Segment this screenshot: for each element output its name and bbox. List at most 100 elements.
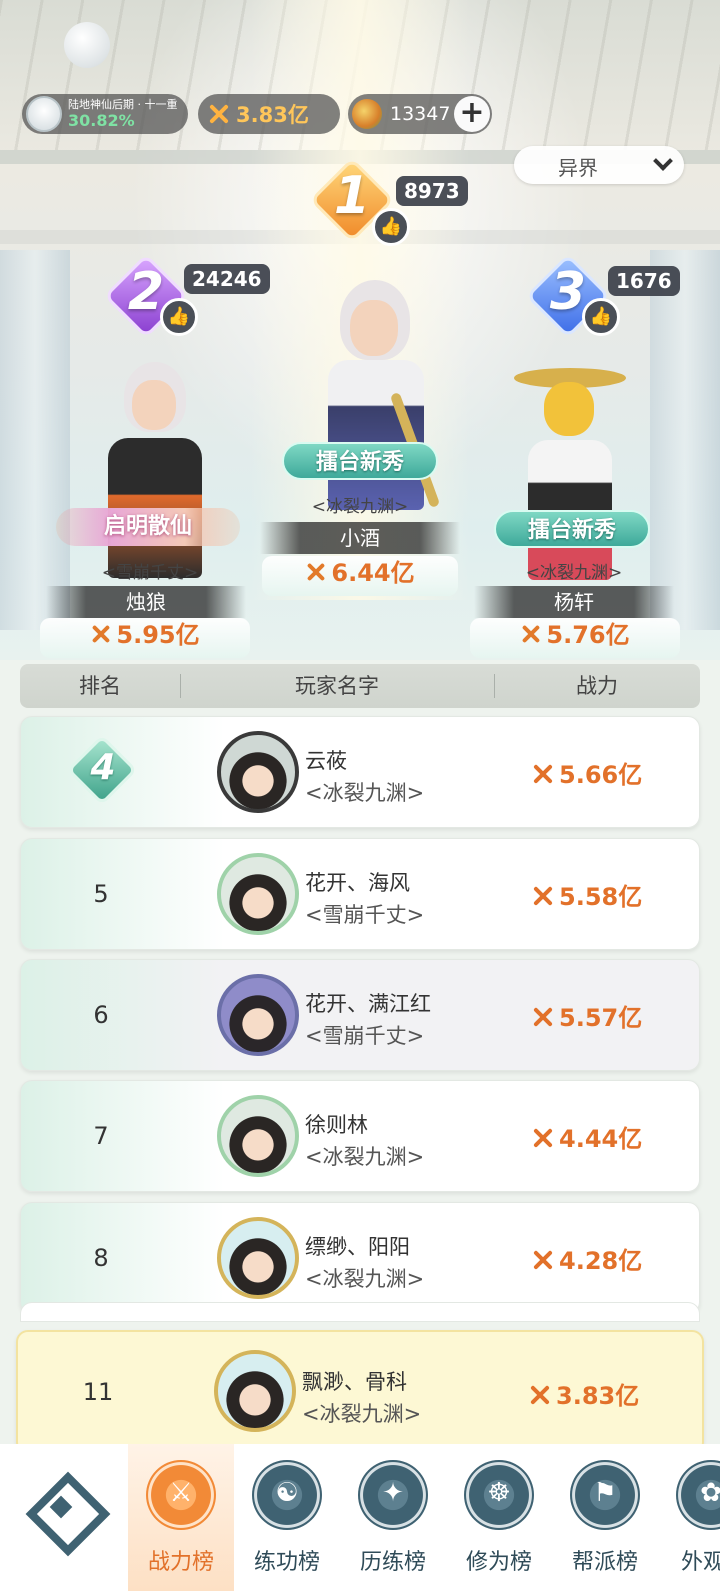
row-player-name: 花开、满江红	[305, 992, 431, 1016]
server-value: 异界	[558, 156, 598, 180]
crossed-swords-icon	[90, 623, 112, 645]
rank-1-name[interactable]: 小酒	[260, 522, 460, 554]
header-player-name: 玩家名字	[295, 674, 379, 698]
crossed-swords-icon	[531, 884, 555, 908]
crossed-swords-icon: ⚔	[146, 1460, 216, 1530]
rank-1-power: 6.44亿	[262, 556, 458, 590]
rank-1-guild: <冰裂九渊>	[311, 497, 409, 517]
bottom-nav: ⚔ 战力榜 ☯ 练功榜 ✦ 历练榜 ☸ 修为榜 ⚑ 帮派榜 ✿ 外观	[0, 1444, 720, 1591]
crossed-swords-icon	[531, 1126, 555, 1150]
row-rank: 6	[93, 1001, 109, 1029]
tab-label: 历练榜	[359, 1550, 426, 1575]
tab-label: 战力榜	[147, 1550, 214, 1575]
avatar[interactable]	[217, 1095, 299, 1177]
crossed-swords-icon	[206, 101, 232, 127]
row-rank: 5	[93, 880, 109, 908]
home-menu-icon[interactable]	[26, 1472, 96, 1542]
crossed-swords-icon	[531, 1005, 555, 1029]
row-player-name: 飘渺、骨科	[302, 1370, 407, 1394]
next-row-peek	[20, 1302, 700, 1322]
player-avatar-icon	[26, 96, 62, 132]
row-rank: 4	[90, 747, 116, 788]
tab-power-rank[interactable]: ⚔ 战力榜	[128, 1444, 234, 1591]
row-player-name: 云莜	[305, 749, 347, 773]
rank-3-likes: 1676	[608, 266, 680, 296]
rank-2-likes: 24246	[184, 264, 270, 294]
rank-2-power: 5.95亿	[40, 618, 250, 652]
row-player-name: 花开、海风	[305, 871, 410, 895]
row-guild: <雪崩千丈>	[305, 1024, 425, 1048]
rank-3-like-button[interactable]: 👍	[582, 298, 620, 336]
avatar[interactable]	[217, 1217, 299, 1299]
row-power: 4.28亿	[531, 1241, 642, 1276]
tab-experience-rank[interactable]: ✦ 历练榜	[340, 1444, 446, 1591]
avatar[interactable]	[214, 1350, 296, 1432]
table-row[interactable]: 8 缥缈、阳阳 <冰裂九渊> 4.28亿	[20, 1202, 700, 1314]
crossed-swords-icon	[520, 623, 542, 645]
add-currency-button[interactable]: +	[454, 96, 490, 132]
rank-1-likes: 8973	[396, 176, 468, 206]
moon-orb-icon	[64, 22, 110, 68]
right-pillar	[650, 250, 720, 630]
table-row[interactable]: 5 花开、海风 <雪崩千丈> 5.58亿	[20, 838, 700, 950]
row-guild: <冰裂九渊>	[302, 1402, 422, 1426]
avatar[interactable]	[217, 974, 299, 1056]
row-player-name: 缥缈、阳阳	[305, 1235, 410, 1259]
table-row[interactable]: 4 云莜 <冰裂九渊> 5.66亿	[20, 716, 700, 828]
tab-guild-rank[interactable]: ⚑ 帮派榜	[552, 1444, 658, 1591]
rank-2-like-button[interactable]: 👍	[160, 298, 198, 336]
row-guild: <冰裂九渊>	[305, 1145, 425, 1169]
spirit-coin-icon	[352, 99, 382, 129]
table-row[interactable]: 6 花开、满江红 <雪崩千丈> 5.57亿	[20, 959, 700, 1071]
rank-3-name[interactable]: 杨轩	[474, 586, 674, 618]
currency-pill: 13347 +	[348, 94, 492, 134]
table-header: 排名 玩家名字 战力	[20, 664, 700, 708]
realm-status[interactable]: 陆地神仙后期 · 十一重 30.82%	[22, 94, 188, 134]
star-orbit-icon: ✦	[358, 1460, 428, 1530]
self-rank-row[interactable]: 11 飘渺、骨科 <冰裂九渊> 3.83亿	[16, 1330, 704, 1454]
rank-3-guild: <冰裂九渊>	[525, 563, 623, 583]
rank-2-guild: <雪崩千丈>	[101, 563, 199, 583]
row-guild: <雪崩千丈>	[305, 903, 425, 927]
yin-yang-icon: ☯	[252, 1460, 322, 1530]
tab-label: 练功榜	[253, 1550, 320, 1575]
tab-label: 外观	[680, 1550, 720, 1575]
left-pillar	[0, 250, 70, 630]
tab-cultivation-rank[interactable]: ☸ 修为榜	[446, 1444, 552, 1591]
tab-label: 帮派榜	[571, 1550, 638, 1575]
row-rank: 7	[93, 1122, 109, 1150]
row-power: 5.58亿	[531, 877, 642, 912]
header-rank: 排名	[79, 674, 121, 698]
row-rank: 11	[82, 1378, 114, 1406]
player-power: 3.83亿	[236, 103, 309, 127]
rank-1-like-button[interactable]: 👍	[372, 208, 410, 246]
table-row[interactable]: 7 徐则林 <冰裂九渊> 4.44亿	[20, 1080, 700, 1192]
currency-amount: 13347	[390, 103, 451, 125]
tab-appearance-rank[interactable]: ✿ 外观	[658, 1444, 720, 1591]
row-power: 5.66亿	[531, 755, 642, 790]
header-power: 战力	[576, 674, 618, 698]
avatar[interactable]	[217, 731, 299, 813]
crossed-swords-icon	[531, 1248, 555, 1272]
tab-training-rank[interactable]: ☯ 练功榜	[234, 1444, 340, 1591]
rank-3-title: 擂台新秀	[494, 510, 650, 548]
chevron-down-icon	[653, 151, 673, 171]
rank-2-title: 启明散仙	[56, 508, 240, 546]
row-guild: <冰裂九渊>	[305, 1267, 425, 1291]
row-player-name: 徐则林	[305, 1113, 368, 1137]
rank-3-power: 5.76亿	[470, 618, 680, 652]
avatar[interactable]	[217, 853, 299, 935]
rank-2-name[interactable]: 烛狼	[46, 586, 246, 618]
banner-icon: ⚑	[570, 1460, 640, 1530]
power-pill: 3.83亿	[198, 94, 340, 134]
realm-text: 陆地神仙后期 · 十一重	[68, 98, 178, 111]
crossed-swords-icon	[531, 762, 555, 786]
row-power: 5.57亿	[531, 998, 642, 1033]
row-power: 3.83亿	[528, 1376, 639, 1411]
crossed-swords-icon	[528, 1383, 552, 1407]
server-dropdown[interactable]: 异界	[514, 146, 684, 184]
realm-progress: 30.82%	[68, 111, 135, 130]
meditation-icon: ☸	[464, 1460, 534, 1530]
crossed-swords-icon	[305, 561, 327, 583]
row-rank: 8	[93, 1244, 109, 1272]
